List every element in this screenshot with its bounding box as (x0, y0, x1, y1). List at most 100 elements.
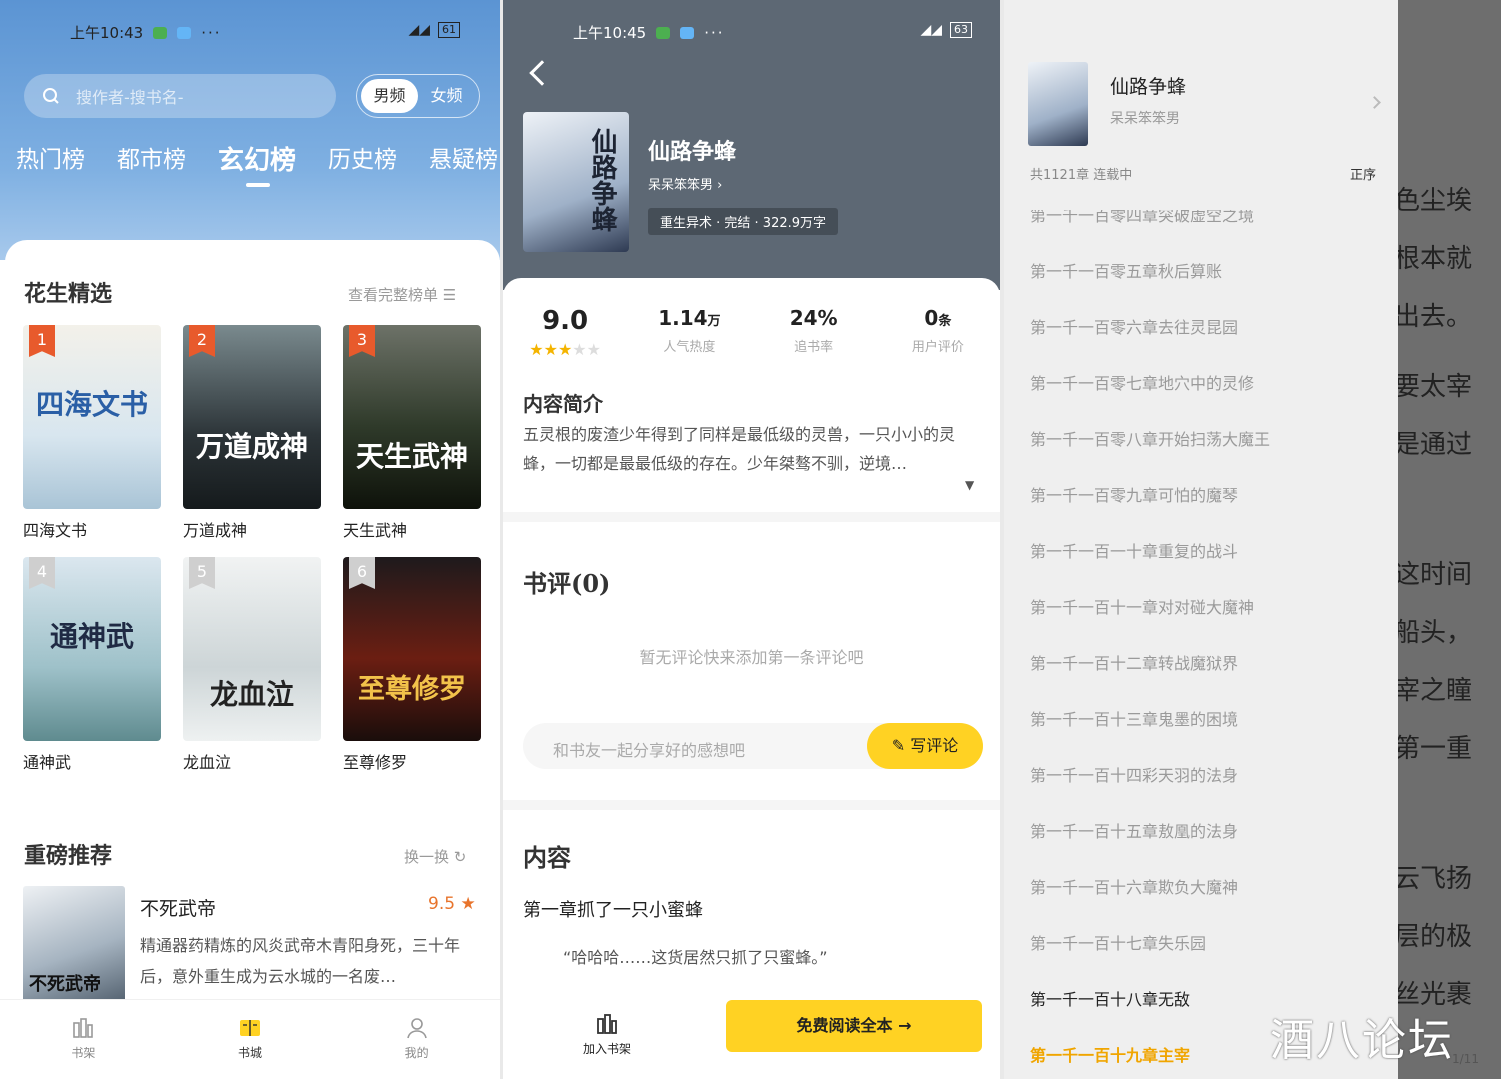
chapter-item[interactable]: 第一千一百一十章重复的战斗 (1030, 538, 1238, 562)
chapter-item[interactable]: 第一千一百零五章秋后算账 (1030, 258, 1222, 282)
tab-profile[interactable]: 我的 (377, 1016, 457, 1079)
chapter-item[interactable]: 第一千一百十一章对对碰大魔神 (1030, 594, 1254, 618)
comment-input[interactable]: 和书友一起分享好的感想吧 ✎ 写评论 (523, 723, 983, 769)
search-input[interactable]: 搜作者-搜书名- (24, 74, 336, 118)
cover-title: 天生武神 (355, 440, 468, 473)
rank-tabs: 热门榜 都市榜 玄幻榜 历史榜 悬疑榜 (16, 140, 498, 187)
star-empty-icon: ★ (572, 340, 587, 359)
chapter-count: 共1121章 连载中 (1030, 168, 1133, 183)
popularity-label: 人气热度 (663, 340, 716, 355)
add-shelf-button[interactable]: 加入书架 (583, 1012, 631, 1057)
divider (503, 800, 1000, 810)
expand-icon[interactable]: ▼ (965, 478, 974, 492)
book-title[interactable]: 仙路争蜂 (1110, 72, 1186, 99)
current-chapter-item[interactable]: 第一千一百十九章主宰 (1030, 1042, 1190, 1066)
reader-text: 是通过 (1398, 430, 1473, 460)
tab-mystery[interactable]: 悬疑榜 (429, 140, 498, 177)
tab-history[interactable]: 历史榜 (328, 140, 397, 177)
chapter-item[interactable]: 第一千一百十八章无敌 (1030, 986, 1190, 1010)
book-card[interactable]: 3 天生武神 天生武神 (343, 325, 481, 541)
book-name: 四海文书 (23, 521, 88, 540)
book-cover: 不死武帝 (23, 886, 125, 1006)
chapter-item[interactable]: 第一千一百十六章欺负大魔神 (1030, 874, 1238, 898)
chapter-item[interactable]: 第一千一百零四章突破虚空之境 (1030, 210, 1254, 226)
book-card[interactable]: 4 通神武 通神武 (23, 557, 161, 773)
app-icon (177, 26, 192, 39)
person-icon (406, 1018, 427, 1039)
tab-hot[interactable]: 热门榜 (16, 140, 85, 177)
status-time: 上午10:43 (70, 24, 144, 42)
add-shelf-label: 加入书架 (583, 1042, 632, 1056)
tab-fantasy[interactable]: 玄幻榜 (218, 140, 296, 187)
book-cover: 4 通神武 (23, 557, 161, 741)
book-card[interactable]: 6 至尊修罗 至尊修罗 (343, 557, 481, 773)
follow-rate-stat: 24% 追书率 (752, 306, 876, 359)
rank-badge: 6 (349, 557, 375, 589)
chapter-item[interactable]: 第一千一百十三章鬼墨的困境 (1030, 706, 1238, 730)
reader-text: 船头， (1398, 618, 1473, 648)
full-list-label: 查看完整榜单 (348, 286, 439, 304)
tab-store[interactable]: 书城 (210, 1016, 290, 1079)
write-review-button[interactable]: ✎ 写评论 (867, 723, 983, 769)
rank-badge: 4 (29, 557, 55, 589)
book-author: 呆呆笨笨男 (1110, 111, 1180, 127)
chapter-item[interactable]: 第一千一百零八章开始扫荡大魔王 (1030, 426, 1270, 450)
bookstore-screen: 上午10:43 ··· ◢◢ 61 搜作者-搜书名- 男频 女频 热门榜 都市榜… (0, 0, 500, 1079)
cover-title: 四海文书 (35, 388, 148, 421)
book-cover: 3 天生武神 (343, 325, 481, 509)
book-name: 不死武帝 (140, 898, 217, 920)
list-icon: ☰ (442, 286, 457, 304)
book-tags: 重生异术 · 完结 · 322.9万字 (648, 208, 839, 235)
recommend-title: 重磅推荐 (24, 843, 113, 869)
reader-text: 这时间 (1398, 560, 1473, 590)
divider (503, 512, 1000, 522)
book-detail-screen: 上午10:45 ··· ◢◢ 63 仙路争蜂 仙路争蜂 呆呆笨笨男 › 重生异术… (503, 0, 1000, 1079)
chapter-item[interactable]: 第一千一百十二章转战魔狱界 (1030, 650, 1238, 674)
full-list-link[interactable]: 查看完整榜单 ☰ (348, 284, 456, 305)
rating-stars: ★★★★★ (503, 340, 627, 359)
chapter-item[interactable]: 第一千一百十五章敖凰的法身 (1030, 818, 1238, 842)
chapter-item[interactable]: 第一千一百十七章失乐园 (1030, 930, 1206, 954)
book-card[interactable]: 2 万道成神 万道成神 (183, 325, 321, 541)
cover-title: 龙血泣 (209, 678, 294, 711)
signal-icon: ◢◢ (920, 22, 942, 38)
refresh-link[interactable]: 换一换 ↻ (404, 846, 466, 867)
reader-text: 宰之瞳 (1398, 676, 1473, 706)
chapter-item[interactable]: 第一千一百十四彩天羽的法身 (1030, 762, 1238, 786)
follow-rate-value: 24% (789, 306, 838, 330)
reviews-stat: 0条 用户评价 (876, 306, 1000, 359)
page-indicator: 1/11 (1452, 1052, 1479, 1066)
chapter-item[interactable]: 第一千一百零九章可怕的魔琴 (1030, 482, 1238, 506)
read-free-button[interactable]: 免费阅读全本 → (726, 1000, 982, 1052)
gender-male-tab[interactable]: 男频 (361, 79, 418, 113)
author-link[interactable]: 呆呆笨笨男 › (648, 174, 722, 193)
book-card[interactable]: 1 四海文书 四海文书 (23, 325, 161, 541)
gender-toggle[interactable]: 男频 女频 (356, 74, 480, 118)
reader-text: 色尘埃 (1398, 186, 1473, 216)
status-right: ◢◢ 63 (920, 22, 972, 38)
shield-icon (656, 26, 671, 39)
book-cover: 仙路争蜂 (523, 112, 629, 252)
refresh-label: 换一换 (404, 848, 450, 866)
reader-dimmed-background[interactable]: 色尘埃 根本就 出去。 要太宰 是通过 这时间 船头， 宰之瞳 第一重 云飞扬 … (1398, 0, 1501, 1079)
more-dots-icon: ··· (704, 23, 725, 42)
intro-text: 五灵根的废渣少年得到了同样是最低级的灵兽，一只小小的灵蜂，一切都是最最低级的存在… (523, 425, 956, 473)
score: 9.5 ★ (428, 894, 476, 914)
tab-label: 我的 (404, 1046, 429, 1060)
book-cover: 2 万道成神 (183, 325, 321, 509)
chapter-item[interactable]: 第一千一百零六章去往灵昆园 (1030, 314, 1238, 338)
tab-city[interactable]: 都市榜 (117, 140, 186, 177)
rank-badge: 2 (189, 325, 215, 357)
sort-order-toggle[interactable]: 正序 (1350, 164, 1376, 183)
featured-title: 花生精选 (24, 281, 113, 307)
reviews-label: 用户评价 (911, 340, 964, 355)
tab-label: 书城 (237, 1046, 262, 1060)
chapter-item[interactable]: 第一千一百零七章地穴中的灵修 (1030, 370, 1254, 394)
tab-shelf[interactable]: 书架 (43, 1016, 123, 1079)
battery-icon: 61 (438, 22, 460, 38)
cover-title: 通神武 (49, 620, 134, 653)
book-card[interactable]: 5 龙血泣 龙血泣 (183, 557, 321, 773)
chevron-right-icon[interactable] (1368, 96, 1381, 109)
gender-female-tab[interactable]: 女频 (418, 79, 475, 113)
first-chapter[interactable]: 第一章抓了一只小蜜蜂 (523, 896, 703, 922)
